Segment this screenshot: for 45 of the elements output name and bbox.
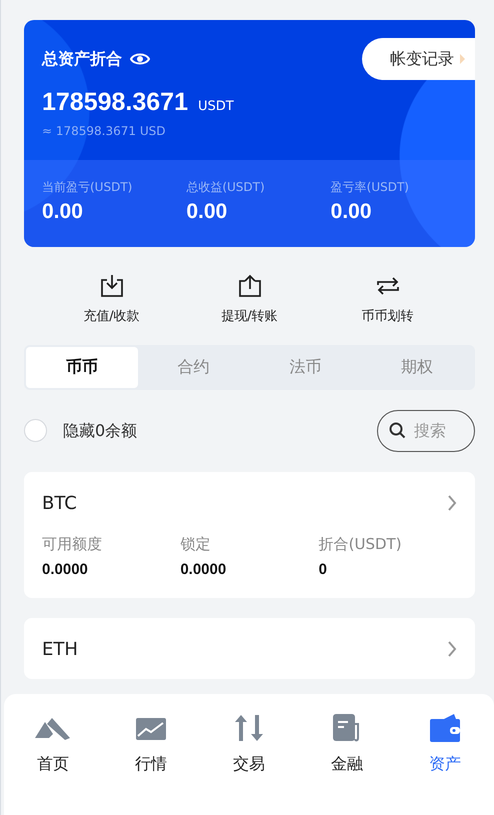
stat-value: 0.00 — [330, 199, 373, 225]
stat-value: 0.00 — [42, 199, 84, 225]
asset-card[interactable]: BTC 可用额度 0.0000 锁定 0.0000 折合(USDT) 0 — [24, 472, 475, 598]
field-label: 折合(USDT) — [318, 534, 403, 554]
search-icon — [389, 422, 406, 438]
search-field[interactable]: 搜索 — [377, 410, 475, 452]
total-amount: 178598.3671 — [42, 87, 188, 118]
history-button[interactable]: 帐变记录 — [362, 38, 475, 80]
nav-tab[interactable]: 资产 — [396, 712, 494, 815]
asset-card[interactable]: ETH — [24, 618, 475, 678]
chevron-right-icon[interactable] — [447, 641, 457, 657]
eye-icon[interactable] — [130, 52, 150, 66]
checkbox[interactable] — [24, 419, 47, 442]
nav-tab[interactable]: 行情 — [102, 712, 200, 815]
action-label[interactable]: 充值/收款 — [83, 307, 140, 326]
checkbox-label: 隐藏0余额 — [63, 420, 138, 442]
field-value: 0 — [318, 560, 328, 580]
download-icon[interactable] — [98, 273, 124, 299]
mountains-icon — [35, 716, 71, 742]
field-value: 0.0000 — [180, 560, 228, 580]
document-icon — [333, 714, 361, 742]
chevron-right-icon[interactable] — [447, 495, 457, 511]
arrows-icon — [234, 714, 264, 742]
stat-label: 总收益(USDT) — [186, 179, 266, 196]
field-label: 可用额度 — [42, 534, 103, 554]
chart-icon — [136, 716, 166, 742]
action-label[interactable]: 币币划转 — [362, 307, 414, 326]
summary-title: 总资产折合 — [42, 48, 122, 70]
approx-value: ≈ 178598.3671 USD — [42, 122, 166, 140]
coin-name: ETH — [42, 638, 78, 662]
action-label[interactable]: 提现/转账 — [221, 307, 278, 326]
stat-label: 盈亏率(USDT) — [330, 179, 410, 196]
caret-icon — [460, 54, 465, 64]
currency-unit: USDT — [198, 98, 234, 116]
stat-value: 0.00 — [186, 199, 228, 225]
field-value: 0.0000 — [42, 560, 89, 580]
upload-icon[interactable] — [236, 273, 262, 299]
wallet-icon — [430, 714, 460, 742]
nav-tab[interactable]: 首页 — [4, 712, 102, 815]
nav-tab[interactable]: 交易 — [200, 712, 298, 815]
stat-label: 当前盈亏(USDT) — [42, 179, 134, 196]
coin-name: BTC — [42, 492, 77, 516]
tab[interactable]: 币币 — [26, 346, 138, 388]
field-label: 锁定 — [180, 534, 212, 554]
nav-tab[interactable]: 金融 — [298, 712, 396, 815]
